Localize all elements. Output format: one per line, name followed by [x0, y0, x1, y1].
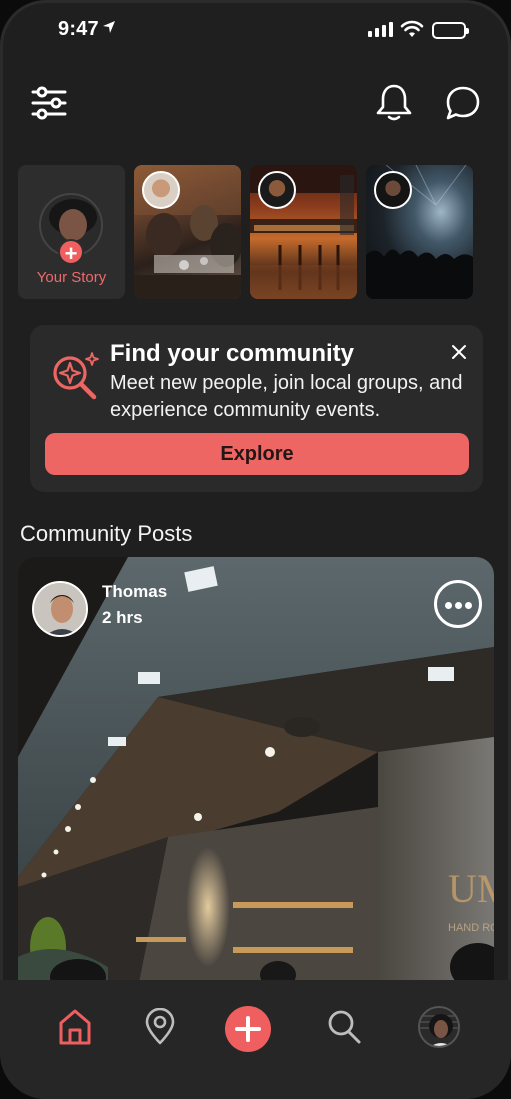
battery-icon [432, 22, 469, 39]
sign-text: UM [448, 866, 494, 911]
section-title: Community Posts [20, 521, 193, 546]
profile-avatar[interactable] [418, 1006, 460, 1048]
story-tile[interactable] [366, 165, 473, 299]
search-icon[interactable] [326, 1008, 362, 1046]
filter-sliders-icon[interactable] [30, 84, 68, 122]
bell-icon[interactable] [374, 82, 414, 122]
wifi-icon [400, 20, 424, 37]
more-options-icon[interactable] [434, 580, 482, 628]
cellular-signal-icon [368, 22, 393, 37]
phone-screen: 9:47 + Your Story Find your community Me… [0, 0, 511, 1099]
sign-subtext: HAND ROLL [448, 922, 494, 934]
close-icon[interactable] [450, 343, 468, 361]
chat-bubble-icon[interactable] [444, 84, 482, 122]
card-description: Meet new people, join local groups, and … [110, 372, 463, 421]
stories-row: + Your Story [18, 165, 473, 299]
post-timestamp: 2 hrs [102, 608, 143, 627]
add-story-icon[interactable]: + [58, 239, 84, 266]
community-post[interactable]: UM HAND ROLL Thomas 2 hrs [18, 557, 494, 987]
post-author[interactable]: Thomas [102, 582, 167, 602]
explore-button[interactable]: Explore [45, 433, 469, 475]
post-image: UM HAND ROLL [18, 557, 494, 987]
find-community-card: Find your community Meet new people, joi… [30, 325, 483, 492]
your-story-label: Your Story [36, 269, 107, 286]
status-time: 9:47 [58, 18, 99, 40]
story-avatar [142, 171, 180, 209]
card-title: Find your community [110, 340, 355, 367]
story-tile[interactable] [134, 165, 241, 299]
your-story-tile[interactable]: + Your Story [18, 165, 125, 299]
add-icon[interactable] [225, 1006, 271, 1052]
status-bar: 9:47 [0, 0, 511, 60]
avatar[interactable] [32, 581, 88, 637]
story-avatar [374, 171, 412, 209]
story-avatar [258, 171, 296, 209]
location-arrow-icon [103, 21, 115, 33]
map-pin-icon[interactable] [144, 1008, 176, 1046]
story-tile[interactable] [250, 165, 357, 299]
home-icon[interactable] [58, 1008, 92, 1046]
search-sparkle-icon [53, 352, 99, 400]
bottom-tab-bar [0, 980, 511, 1099]
